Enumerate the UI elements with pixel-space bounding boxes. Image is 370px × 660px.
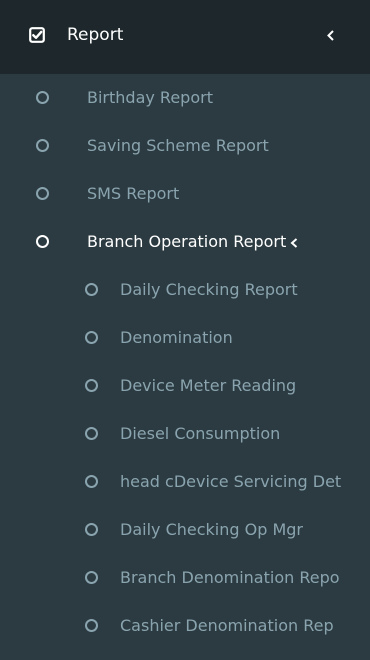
circle-icon	[85, 427, 98, 440]
circle-icon	[85, 331, 98, 344]
circle-icon	[36, 187, 49, 200]
circle-icon	[85, 619, 98, 632]
menu-item-label: Birthday Report	[87, 88, 213, 107]
submenu-item-device-meter-reading[interactable]: Device Meter Reading	[0, 362, 370, 410]
menu-item-label-wrap: Branch Operation Report	[87, 231, 298, 253]
chevron-left-icon[interactable]	[290, 237, 298, 248]
submenu-item-denomination[interactable]: Denomination	[0, 314, 370, 362]
circle-icon	[85, 283, 98, 296]
circle-icon	[36, 91, 49, 104]
circle-icon	[85, 571, 98, 584]
submenu-item-label: Diesel Consumption	[120, 424, 281, 443]
submenu-item-label: Daily Checking Report	[120, 280, 298, 299]
circle-icon	[36, 235, 49, 248]
sidebar-menu: Report Birthday Report Saving Scheme Rep…	[0, 0, 370, 660]
submenu-item-label: Daily Checking Op Mgr	[120, 520, 303, 539]
menu-item-saving-scheme-report[interactable]: Saving Scheme Report	[0, 122, 370, 170]
submenu-item-branch-denomination-report[interactable]: Branch Denomination Repo	[0, 554, 370, 602]
menu-item-label: SMS Report	[87, 184, 180, 203]
circle-icon	[85, 475, 98, 488]
submenu-item-label: Denomination	[120, 328, 233, 347]
submenu-item-device-servicing[interactable]: head cDevice Servicing Det	[0, 458, 370, 506]
menu-item-branch-operation-report[interactable]: Branch Operation Report	[0, 218, 370, 266]
submenu-item-cashier-denomination-report[interactable]: Cashier Denomination Rep	[0, 602, 370, 650]
menu-item-label: Branch Operation Report	[87, 232, 287, 251]
chevron-left-icon[interactable]	[326, 30, 335, 41]
menu-item-birthday-report[interactable]: Birthday Report	[0, 74, 370, 122]
submenu-item-label: head cDevice Servicing Det	[120, 472, 342, 491]
circle-icon	[85, 523, 98, 536]
menu-item-sms-report[interactable]: SMS Report	[0, 170, 370, 218]
submenu-item-diesel-consumption[interactable]: Diesel Consumption	[0, 410, 370, 458]
menu-report-header[interactable]: Report	[0, 0, 370, 74]
submenu-item-daily-checking-op-mgr[interactable]: Daily Checking Op Mgr	[0, 506, 370, 554]
circle-icon	[36, 139, 49, 152]
submenu-item-label: Device Meter Reading	[120, 376, 297, 395]
circle-icon	[85, 379, 98, 392]
menu-item-label: Saving Scheme Report	[87, 136, 269, 155]
menu-report-label: Report	[67, 25, 124, 45]
submenu-item-daily-checking-report[interactable]: Daily Checking Report	[0, 266, 370, 314]
submenu-item-label: Branch Denomination Repo	[120, 568, 340, 587]
checked-square-icon	[29, 27, 45, 43]
submenu-item-label: Cashier Denomination Rep	[120, 616, 334, 635]
